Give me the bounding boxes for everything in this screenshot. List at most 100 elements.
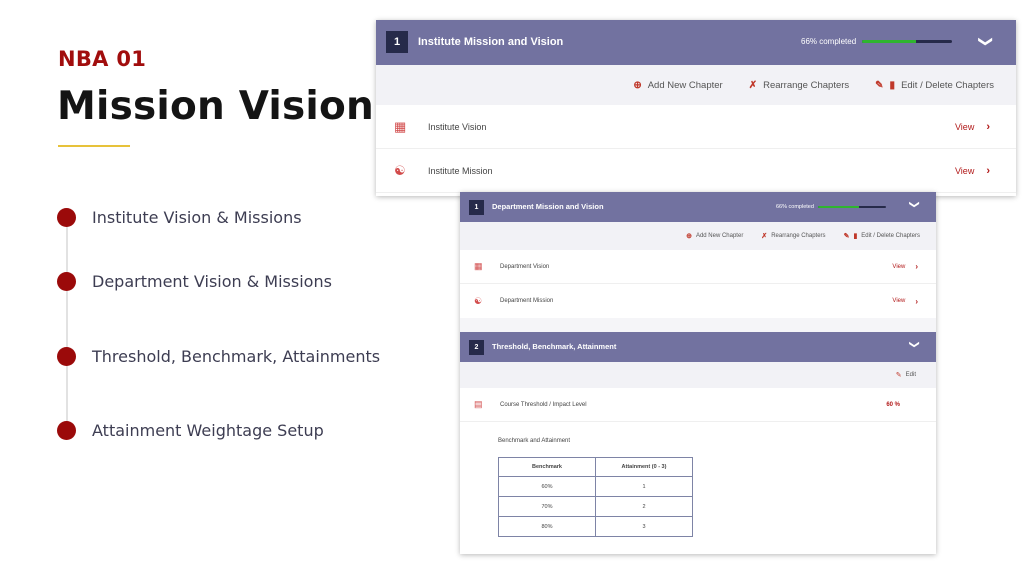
chapter-label: Department Mission [500, 298, 554, 304]
org-chart-icon: ▦ [474, 261, 483, 271]
table-row: 60% 1 [498, 476, 693, 497]
chevron-right-icon: › [986, 120, 990, 133]
chapter-row-department-mission[interactable]: ☯ Department Mission View › [460, 284, 936, 318]
view-link[interactable]: View › [892, 297, 918, 306]
department-chapter-card: 1 Department Mission and Vision 66% comp… [460, 192, 936, 554]
chevron-right-icon: › [986, 164, 990, 177]
view-label: View [892, 263, 906, 270]
rearrange-chapters-label: Rearrange Chapters [763, 79, 850, 91]
view-link[interactable]: View › [892, 262, 918, 271]
timeline-item: Threshold, Benchmark, Attainments [57, 347, 380, 366]
shuffle-icon: ✗ [748, 79, 758, 91]
table-cell: 70% [498, 496, 596, 517]
table-cell: 2 [595, 496, 693, 517]
slide-title: Mission Vision [57, 84, 374, 129]
table-cell: 60% [498, 476, 596, 497]
section-gap [460, 318, 936, 332]
chapter-row-department-vision[interactable]: ▦ Department Vision View › [460, 250, 936, 284]
trash-icon: ▮ [853, 233, 858, 240]
timeline-item: Institute Vision & Missions [57, 208, 302, 227]
chapter-toolbar: ⊕ Add New Chapter ✗ Rearrange Chapters ✎… [376, 65, 1016, 105]
chevron-down-icon[interactable]: ❯ [908, 340, 919, 348]
timeline-item: Department Vision & Missions [57, 272, 332, 291]
slide-kicker: NBA 01 [58, 47, 147, 71]
table-cell: 3 [595, 516, 693, 537]
threshold-row: ▤ Course Threshold / Impact Level 60 % [460, 388, 936, 422]
people-network-icon: ☯ [394, 162, 406, 178]
table-header-row: Benchmark Attainment (0 - 3) [498, 457, 693, 477]
institute-chapter-card: 1 Institute Mission and Vision 66% compl… [376, 20, 1016, 196]
timeline-line [66, 218, 68, 430]
rearrange-chapters-label: Rearrange Chapters [771, 233, 826, 239]
progress-indicator: 66% completed [801, 37, 953, 46]
org-chart-icon: ▦ [394, 118, 407, 134]
timeline-label: Threshold, Benchmark, Attainments [92, 347, 381, 366]
column-header: Benchmark [498, 457, 596, 477]
benchmark-table: Benchmark Attainment (0 - 3) 60% 1 70% 2… [498, 457, 693, 537]
section-header[interactable]: 1 Department Mission and Vision 66% comp… [460, 192, 936, 222]
add-circle-icon: ⊕ [686, 233, 692, 240]
section-title: Department Mission and Vision [492, 202, 604, 211]
section-header[interactable]: 2 Threshold, Benchmark, Attainment ❯ [460, 332, 936, 362]
edit-delete-chapters-button[interactable]: ✎ ▮ Edit / Delete Chapters [875, 80, 994, 91]
view-link[interactable]: View › [955, 121, 990, 133]
section-title: Institute Mission and Vision [418, 36, 564, 48]
chevron-right-icon: › [915, 296, 918, 306]
chapter-row-institute-vision[interactable]: ▦ Institute Vision View › [376, 105, 1016, 149]
progress-text: 66% completed [801, 37, 857, 46]
slide-panel: NBA 01 Mission Vision Institute Vision &… [0, 0, 420, 576]
timeline-item: Attainment Weightage Setup [57, 421, 324, 440]
view-label: View [954, 121, 975, 132]
document-icon: ▤ [474, 399, 483, 409]
section-number-badge: 1 [386, 31, 408, 53]
edit-delete-chapters-button[interactable]: ✎ ▮ Edit / Delete Chapters [844, 232, 920, 240]
section-number-badge: 2 [469, 340, 484, 355]
chevron-right-icon: › [915, 262, 918, 271]
progress-text: 66% completed [776, 204, 814, 210]
table-row: 70% 2 [498, 496, 693, 517]
chapter-label: Department Vision [500, 263, 550, 270]
timeline-dot [57, 347, 76, 366]
chevron-down-icon[interactable]: ❯ [978, 36, 995, 48]
add-circle-icon: ⊕ [633, 79, 642, 91]
chapter-label: Institute Vision [428, 121, 487, 132]
trash-icon: ▮ [889, 79, 896, 91]
timeline-dot [57, 208, 76, 227]
chapter-toolbar: ⊕ Add New Chapter ✗ Rearrange Chapters ✎… [460, 222, 936, 250]
chevron-down-icon[interactable]: ❯ [908, 200, 919, 208]
chapter-row-institute-mission[interactable]: ☯ Institute Mission View › [376, 149, 1016, 193]
shuffle-icon: ✗ [761, 233, 768, 240]
threshold-label: Course Threshold / Impact Level [500, 401, 587, 408]
view-link[interactable]: View › [955, 165, 990, 177]
pencil-icon: ✎ [895, 372, 902, 379]
threshold-value: 60 % [886, 401, 900, 408]
people-network-icon: ☯ [474, 295, 483, 306]
add-chapter-button[interactable]: ⊕ Add New Chapter [686, 232, 743, 240]
timeline-dot [57, 421, 76, 440]
timeline-label: Attainment Weightage Setup [92, 421, 324, 440]
column-header: Attainment (0 - 3) [595, 457, 693, 477]
table-row: 80% 3 [498, 516, 693, 537]
chapter-label: Institute Mission [428, 165, 493, 176]
edit-delete-chapters-label: Edit / Delete Chapters [901, 79, 994, 91]
progress-indicator: 66% completed [776, 204, 886, 210]
progress-bar [862, 40, 953, 43]
timeline-label: Institute Vision & Missions [92, 208, 302, 227]
benchmark-title: Benchmark and Attainment [498, 438, 571, 444]
add-chapter-button[interactable]: ⊕ Add New Chapter [633, 80, 722, 91]
edit-button[interactable]: Edit [906, 372, 916, 378]
table-cell: 1 [595, 476, 693, 497]
edit-toolbar: ✎ Edit [460, 362, 936, 388]
rearrange-chapters-button[interactable]: ✗ Rearrange Chapters [749, 80, 849, 91]
section-header[interactable]: 1 Institute Mission and Vision 66% compl… [376, 20, 1016, 65]
add-chapter-label: Add New Chapter [695, 233, 744, 239]
progress-fill [817, 206, 859, 208]
progress-fill [862, 40, 917, 43]
progress-bar [817, 206, 886, 208]
view-label: View [892, 298, 906, 304]
pencil-icon: ✎ [875, 79, 884, 91]
section-number-badge: 1 [469, 200, 484, 215]
pencil-icon: ✎ [843, 233, 850, 240]
section-title: Threshold, Benchmark, Attainment [492, 342, 617, 351]
rearrange-chapters-button[interactable]: ✗ Rearrange Chapters [761, 232, 825, 240]
